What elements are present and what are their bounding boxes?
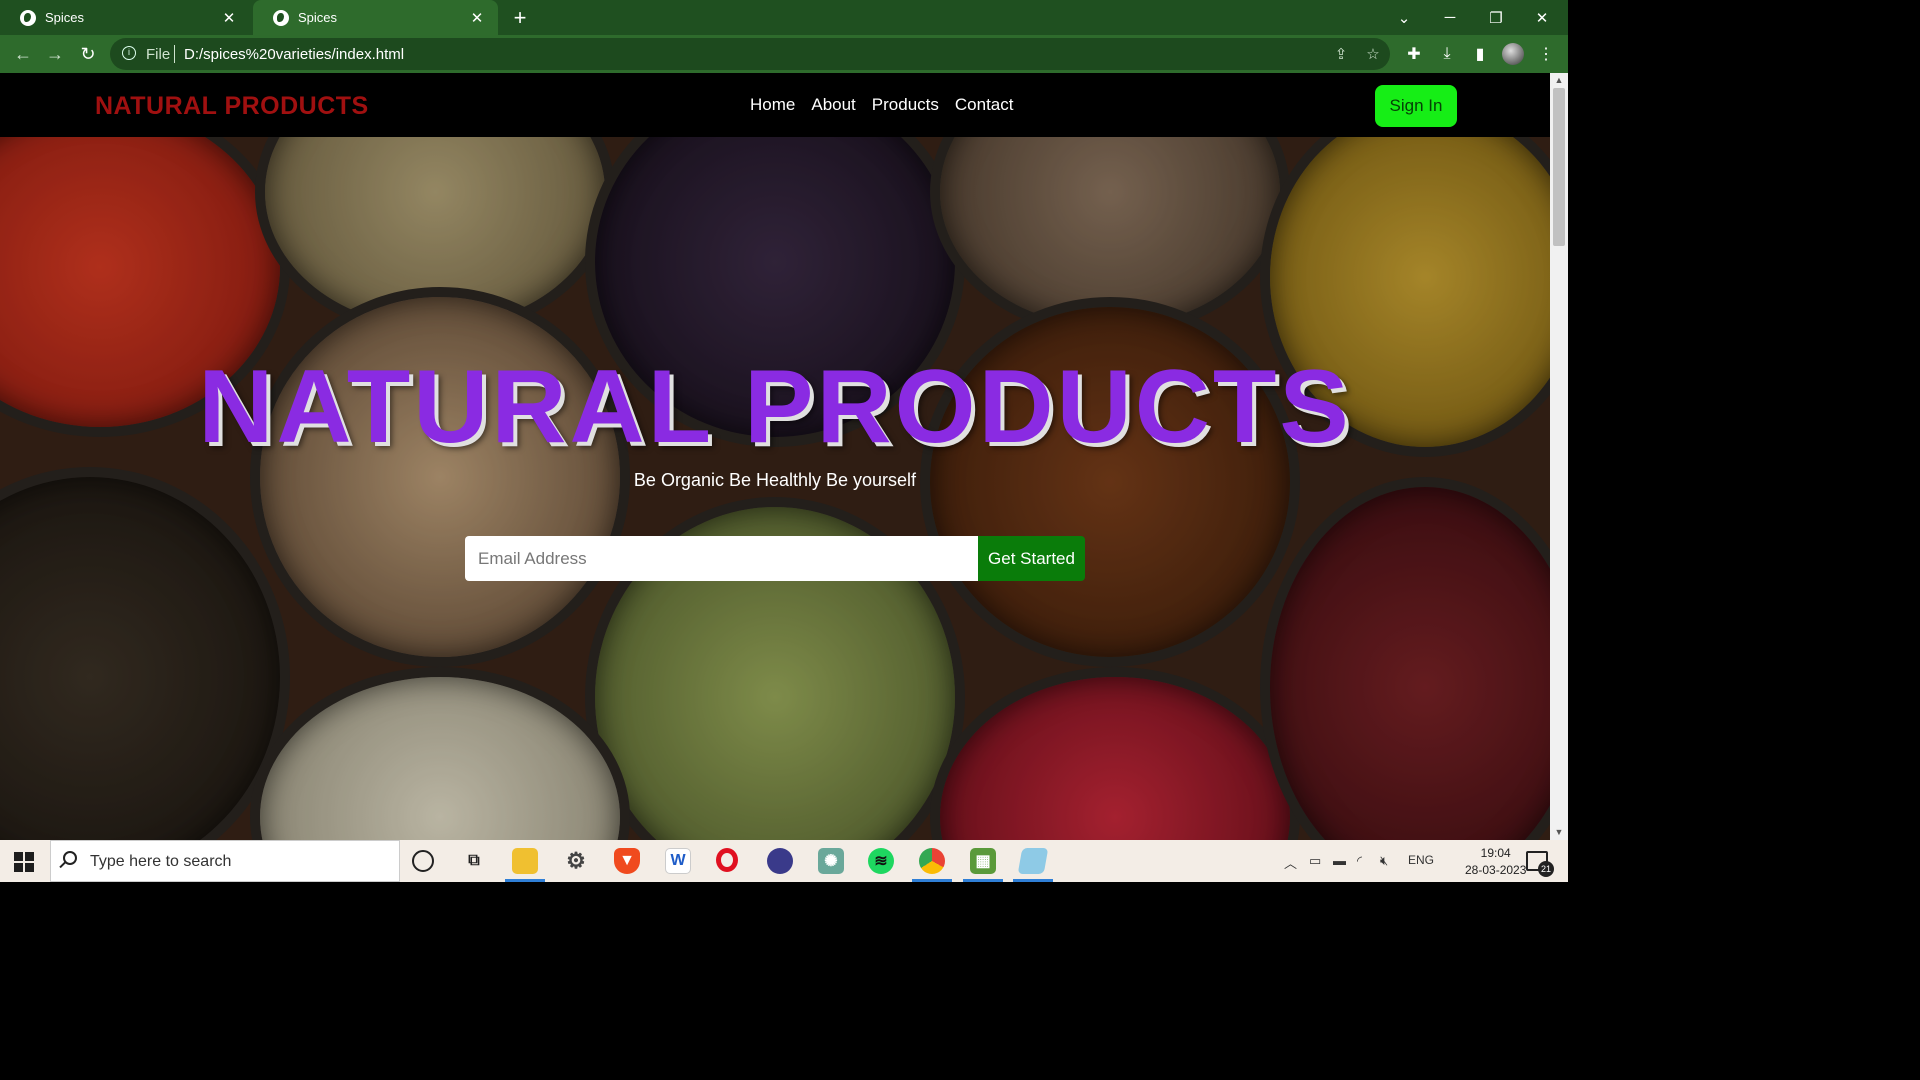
email-signup-form: Get Started [465, 536, 1085, 581]
scroll-down-icon[interactable]: ▼ [1554, 827, 1564, 837]
windows-start-icon[interactable] [14, 852, 34, 872]
forward-icon[interactable]: → [42, 41, 68, 67]
scheme-label: File [146, 46, 171, 63]
close-window-icon[interactable]: ✕ [1519, 0, 1565, 35]
speaker-muted-icon[interactable]: 🔇︎ [1380, 853, 1388, 869]
settings-gear-icon[interactable]: ⚙ [563, 848, 589, 874]
hero-subtitle: Be Organic Be Healthly Be yourself [633, 470, 917, 490]
profile-avatar[interactable] [1502, 43, 1524, 65]
download-icon[interactable]: ⤓ [1436, 43, 1458, 65]
notification-count-badge: 21 [1538, 861, 1554, 877]
get-started-button[interactable]: Get Started [978, 536, 1085, 581]
webpage: NATURAL PRODUCTS Home About Products Con… [0, 73, 1550, 840]
clock-time: 19:04 [1480, 846, 1511, 860]
share-icon[interactable]: ⇪ [1332, 45, 1350, 63]
file-explorer-icon[interactable] [512, 848, 538, 874]
hero-section: NATURAL PRODUCTS Be Organic Be Healthly … [0, 137, 1550, 840]
battery-icon[interactable]: ▬ [1333, 853, 1346, 868]
windows-taskbar: Type here to search ⧉ ⚙ ▼ W ✺ ≋ ▦ ︿ ▭ ▬ … [0, 840, 1568, 882]
menu-kebab-icon[interactable]: ⋮ [1535, 43, 1557, 65]
notepad-app-icon[interactable] [1017, 848, 1049, 874]
browser-tab-active[interactable]: Spices ✕ [253, 0, 498, 35]
nav-link-home[interactable]: Home [750, 95, 795, 115]
tab-title: Spices [45, 10, 85, 25]
proton-vpn-icon[interactable] [767, 848, 793, 874]
reload-icon[interactable]: ↻ [75, 41, 101, 67]
globe-icon [20, 9, 36, 26]
restore-icon[interactable]: ❐ [1473, 0, 1519, 35]
browser-tab[interactable]: Spices ✕ [0, 0, 250, 35]
search-icon [63, 851, 77, 865]
scroll-thumb[interactable] [1553, 88, 1565, 246]
site-brand[interactable]: NATURAL PRODUCTS [95, 92, 369, 121]
bookmark-star-icon[interactable]: ☆ [1364, 45, 1382, 63]
site-menu: Home About Products Contact [750, 95, 1013, 115]
tab-title: Spices [298, 10, 338, 25]
wifi-icon[interactable]: ◜ [1357, 853, 1362, 869]
task-view-icon[interactable]: ⧉ [461, 848, 487, 874]
extensions-icon[interactable]: ✚ [1403, 43, 1425, 65]
brave-browser-icon[interactable]: ▼ [614, 848, 640, 874]
page-scrollbar[interactable]: ▲ ▼ [1550, 73, 1568, 840]
hero-title: NATURAL PRODUCTS [198, 349, 1352, 465]
active-app-indicator [505, 879, 545, 882]
close-tab-icon[interactable]: ✕ [220, 9, 238, 27]
system-clock[interactable]: 19:04 28-03-2023 [1465, 845, 1526, 879]
sign-in-button[interactable]: Sign In [1375, 85, 1457, 127]
info-icon[interactable]: i [122, 46, 136, 60]
search-placeholder: Type here to search [90, 853, 232, 870]
browser-toolbar: ← → ↻ i File D:/spices%20varieties/index… [0, 35, 1568, 73]
notification-center-icon[interactable]: 21 [1526, 851, 1554, 877]
close-tab-icon[interactable]: ✕ [468, 9, 486, 27]
address-bar[interactable]: i File D:/spices%20varieties/index.html … [110, 38, 1390, 70]
site-navbar: NATURAL PRODUCTS Home About Products Con… [0, 73, 1550, 137]
divider [174, 45, 175, 63]
browser-tab-strip: Spices ✕ Spices ✕ + ⌄ ─ ❐ ✕ [0, 0, 1568, 35]
email-field[interactable] [465, 536, 978, 581]
back-icon[interactable]: ← [10, 41, 36, 67]
scroll-up-icon[interactable]: ▲ [1554, 75, 1564, 85]
word-app-icon[interactable]: W [665, 848, 691, 874]
globe-icon [273, 9, 289, 26]
url-text[interactable]: D:/spices%20varieties/index.html [184, 46, 404, 63]
chrome-browser-icon[interactable] [919, 848, 945, 874]
minimize-icon[interactable]: ─ [1427, 0, 1473, 35]
nav-link-about[interactable]: About [811, 95, 855, 115]
tab-search-icon[interactable]: ⌄ [1381, 0, 1427, 35]
nav-link-contact[interactable]: Contact [955, 95, 1014, 115]
spreadsheet-app-icon[interactable]: ▦ [970, 848, 996, 874]
language-indicator[interactable]: ENG [1408, 853, 1434, 867]
chatgpt-icon[interactable]: ✺ [818, 848, 844, 874]
active-app-indicator [1013, 879, 1053, 882]
nav-link-products[interactable]: Products [872, 95, 939, 115]
spotify-icon[interactable]: ≋ [868, 848, 894, 874]
cortana-icon[interactable] [412, 850, 434, 872]
opera-browser-icon[interactable] [716, 848, 738, 872]
meet-now-icon[interactable]: ▭ [1309, 853, 1321, 869]
active-app-indicator [963, 879, 1003, 882]
clock-date: 28-03-2023 [1465, 863, 1527, 877]
chevron-up-icon[interactable]: ︿ [1284, 853, 1297, 872]
new-tab-icon[interactable]: + [508, 5, 532, 31]
taskbar-search-box[interactable]: Type here to search [50, 840, 400, 882]
active-app-indicator [912, 879, 952, 882]
side-panel-icon[interactable]: ▮ [1469, 43, 1491, 65]
